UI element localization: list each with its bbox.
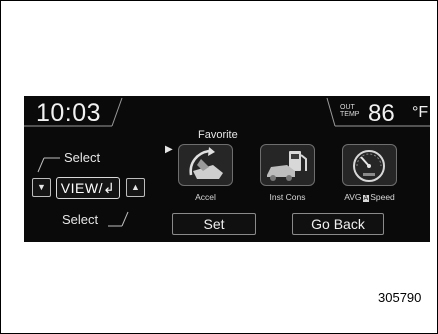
- speedometer-icon: [353, 150, 385, 182]
- set-button[interactable]: Set: [172, 213, 256, 235]
- tile-frame: [342, 144, 397, 186]
- out-temp-unit: °F: [412, 104, 429, 121]
- label-badge: A: [362, 195, 370, 202]
- accel-pedal-icon: [189, 147, 223, 179]
- favorite-tile-avg-speed[interactable]: AVG A Speed: [342, 144, 397, 204]
- tile-frame: [178, 144, 233, 186]
- favorite-label-accel: Accel: [195, 192, 216, 202]
- select-label-bottom: Select: [62, 212, 99, 227]
- fuel-pump-icon: [267, 151, 307, 181]
- down-arrow-button[interactable]: ▼: [32, 178, 51, 197]
- view-button[interactable]: VIEW/↲: [56, 177, 120, 199]
- out-temp-label: OUT TEMP: [340, 104, 360, 118]
- tile-frame: [260, 144, 315, 186]
- favorite-label-avg-speed: AVG A Speed: [344, 192, 395, 202]
- up-arrow-button[interactable]: ▲: [126, 178, 145, 197]
- favorite-tile-inst-cons[interactable]: Inst Cons: [260, 144, 315, 204]
- clock: 10:03: [36, 99, 102, 127]
- figure-reference-number: 305790: [378, 290, 422, 305]
- go-back-button[interactable]: Go Back: [292, 213, 384, 235]
- favorite-label: Favorite: [198, 129, 238, 141]
- select-label-top: Select: [64, 150, 101, 165]
- favorite-label-inst-cons: Inst Cons: [269, 192, 306, 202]
- display-panel: 10:03 OUT TEMP 86 °F Favorite Select ▼ V…: [24, 96, 430, 242]
- out-temp-value: 86: [368, 100, 395, 127]
- selection-pointer-icon: ▶: [165, 144, 173, 155]
- favorite-tile-accel[interactable]: Accel: [178, 144, 233, 204]
